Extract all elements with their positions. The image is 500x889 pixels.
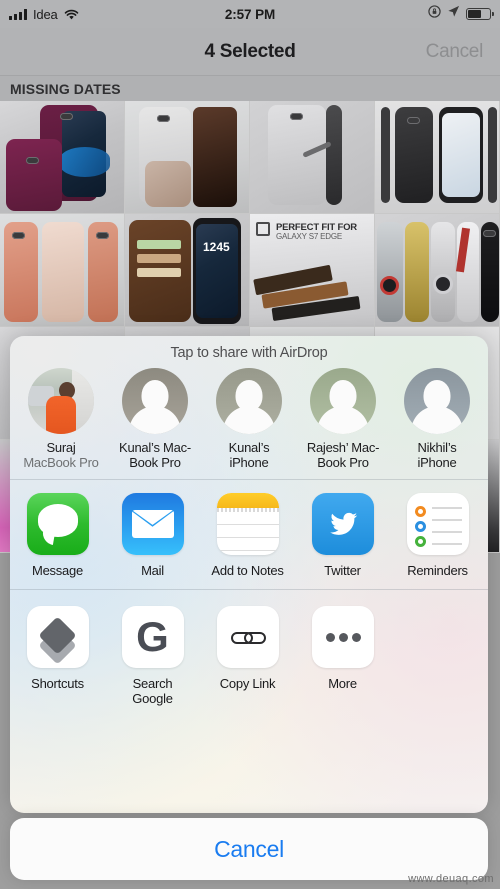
reminders-icon — [406, 493, 469, 556]
status-bar-right — [428, 5, 494, 23]
airdrop-contact-name: Nikhil’s — [417, 440, 457, 455]
photo-thumbnail[interactable] — [375, 214, 500, 327]
airdrop-contact[interactable]: Nikhil’s iPhone — [390, 368, 484, 470]
share-action-label-2: Google — [132, 690, 173, 706]
share-action-label: Copy Link — [219, 675, 276, 691]
phone-screen: Idea 2:57 PM 4 Selected Cancel MISSING D… — [0, 0, 500, 889]
airdrop-contact-device: MacBook Pro — [23, 454, 99, 470]
twitter-icon — [311, 493, 374, 556]
photo-thumbnail[interactable] — [250, 101, 375, 214]
share-action-label: Search — [132, 675, 173, 691]
google-icon: G — [121, 605, 184, 668]
person-silhouette-icon — [404, 368, 470, 434]
share-app-label: Mail — [141, 563, 164, 579]
apps-section: Message Mail Add to Notes Twitter Remind… — [10, 480, 488, 589]
photo-badge: PERFECT FIT FOR GALAXY S7 EDGE — [276, 222, 357, 241]
link-icon — [216, 605, 279, 668]
airdrop-contact-name: Kunal’s Mac- — [119, 440, 191, 455]
airdrop-contact-name: Rajesh’ Mac- — [306, 440, 380, 455]
airdrop-contact[interactable]: Rajesh’ Mac- Book Pro — [296, 368, 390, 470]
location-arrow-icon — [447, 5, 460, 23]
message-icon — [26, 493, 89, 556]
airdrop-contact-name-2: Book Pro — [129, 454, 181, 470]
mail-icon — [121, 493, 184, 556]
share-app-twitter[interactable]: Twitter — [295, 493, 390, 579]
share-action-more[interactable]: More — [295, 605, 390, 707]
share-app-message[interactable]: Message — [10, 493, 105, 579]
actions-row: Shortcuts G Search Google Copy Link More — [10, 590, 488, 717]
share-action-copy-link[interactable]: Copy Link — [200, 605, 295, 707]
share-app-label: Reminders — [407, 563, 468, 579]
share-sheet: Tap to share with AirDrop Suraj MacBook … — [10, 336, 488, 813]
person-silhouette-icon — [310, 368, 376, 434]
apps-row: Message Mail Add to Notes Twitter Remind… — [10, 480, 488, 589]
share-action-search-google[interactable]: G Search Google — [105, 605, 200, 707]
airdrop-contact-name-2: Book Pro — [317, 454, 369, 470]
rotation-lock-icon — [428, 5, 441, 23]
share-app-label: Message — [32, 563, 83, 579]
photo-thumbnail[interactable] — [375, 101, 500, 214]
avatar — [310, 368, 376, 434]
share-action-label: Shortcuts — [31, 675, 84, 691]
actions-section: Shortcuts G Search Google Copy Link More — [10, 590, 488, 717]
share-app-label: Add to Notes — [211, 563, 284, 579]
photo-thumbnail[interactable] — [0, 101, 125, 214]
airdrop-contact[interactable]: Suraj MacBook Pro — [14, 368, 108, 470]
badge-square-icon — [256, 222, 270, 236]
airdrop-contact-name-2: iPhone — [229, 454, 269, 470]
cancel-button[interactable]: Cancel — [10, 818, 488, 880]
nav-cancel-button[interactable]: Cancel — [426, 41, 484, 63]
photo-thumbnail[interactable] — [0, 214, 125, 327]
share-app-reminders[interactable]: Reminders — [390, 493, 485, 579]
airdrop-contact-name-2: iPhone — [417, 454, 457, 470]
battery-icon — [466, 8, 494, 20]
share-app-mail[interactable]: Mail — [105, 493, 200, 579]
airdrop-contacts-row: Suraj MacBook Pro Kunal’s Mac- Book Pro … — [10, 364, 488, 479]
status-bar-time: 2:57 PM — [224, 6, 276, 22]
ellipsis-icon — [311, 605, 374, 668]
navigation-bar: 4 Selected Cancel — [0, 28, 500, 76]
share-app-label: Twitter — [324, 563, 361, 579]
shortcuts-icon — [26, 605, 89, 668]
person-silhouette-icon — [122, 368, 188, 434]
airdrop-section: Tap to share with AirDrop Suraj MacBook … — [10, 336, 488, 479]
airdrop-contact-name: Suraj — [46, 440, 76, 455]
airdrop-contact[interactable]: Kunal’s Mac- Book Pro — [108, 368, 202, 470]
status-bar: Idea 2:57 PM — [0, 0, 500, 28]
airdrop-contact-name: Kunal’s — [228, 440, 270, 455]
share-action-shortcuts[interactable]: Shortcuts — [10, 605, 105, 707]
person-silhouette-icon — [216, 368, 282, 434]
share-action-label: More — [328, 675, 357, 691]
photo-thumbnail[interactable]: PERFECT FIT FOR GALAXY S7 EDGE — [250, 214, 375, 327]
photo-thumbnail[interactable]: 1245 — [125, 214, 250, 327]
avatar — [28, 368, 94, 434]
avatar — [122, 368, 188, 434]
avatar — [404, 368, 470, 434]
contact-photo — [28, 368, 94, 434]
photo-thumbnail[interactable] — [125, 101, 250, 214]
photo-section-header: MISSING DATES — [0, 76, 500, 101]
notes-icon — [216, 493, 279, 556]
airdrop-contact[interactable]: Kunal’s iPhone — [202, 368, 296, 470]
share-app-notes[interactable]: Add to Notes — [200, 493, 295, 579]
avatar — [216, 368, 282, 434]
airdrop-header: Tap to share with AirDrop — [170, 345, 328, 361]
watermark: www.deuaq.com — [408, 873, 494, 885]
